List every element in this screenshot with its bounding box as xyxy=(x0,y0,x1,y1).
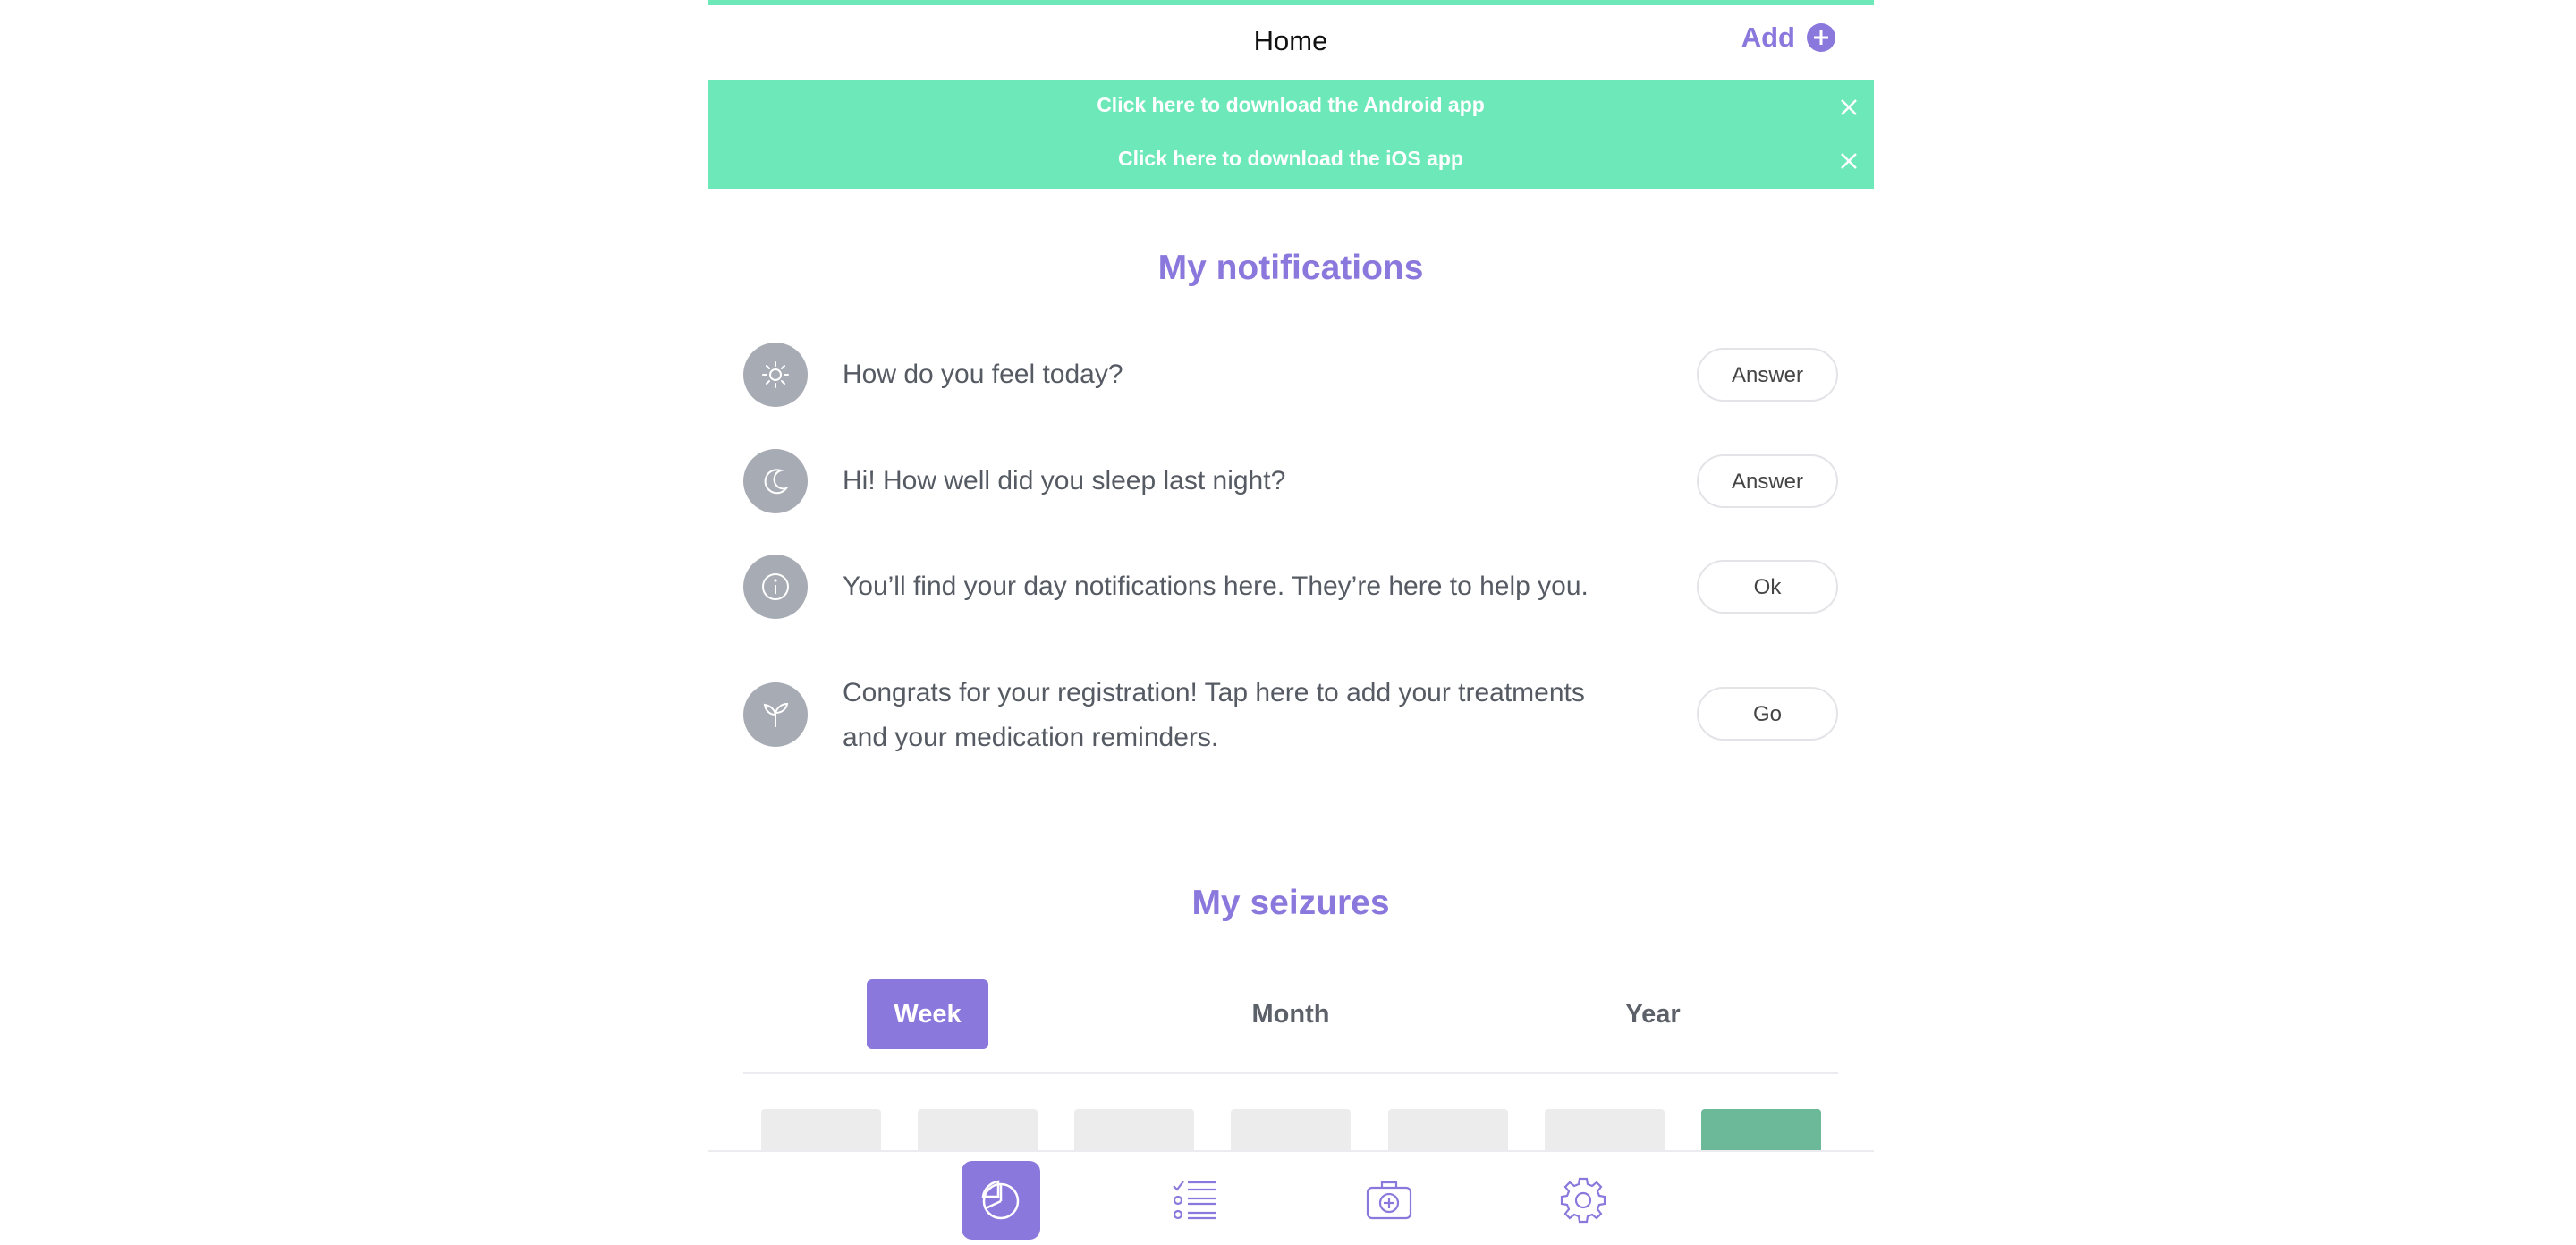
week-chart xyxy=(708,1109,1874,1152)
download-banner: Click here to download the Android app C… xyxy=(708,80,1874,189)
ios-banner: Click here to download the iOS app xyxy=(708,134,1874,188)
page-title: Home xyxy=(1253,25,1328,56)
seizures-title: My seizures xyxy=(1191,884,1390,922)
dashboard-icon xyxy=(981,1180,1020,1220)
period-tabs: Week Month Year xyxy=(708,979,1874,1051)
notification-text: How do you feel today? xyxy=(843,360,1123,389)
go-button[interactable]: Go xyxy=(1697,687,1838,741)
nav-journal[interactable] xyxy=(1156,1161,1234,1240)
tab-week[interactable]: Week xyxy=(867,979,988,1049)
notifications-title: My notifications xyxy=(1157,249,1424,287)
notification-item[interactable]: You’ll find your day notifications here.… xyxy=(743,555,1838,619)
tabs-divider xyxy=(743,1072,1838,1074)
notification-text: Hi! How well did you sleep last night? xyxy=(843,466,1286,495)
notification-icon-wrap xyxy=(743,343,808,407)
close-icon[interactable] xyxy=(1838,150,1860,172)
notification-icon-wrap xyxy=(743,555,808,619)
notification-item[interactable]: How do you feel today? Answer xyxy=(743,343,1838,407)
notification-icon-wrap xyxy=(743,449,808,513)
nav-treatments[interactable] xyxy=(1350,1161,1428,1240)
plus-circle-icon xyxy=(1807,23,1835,52)
tab-year[interactable]: Year xyxy=(1586,979,1720,1049)
day-bar[interactable] xyxy=(1388,1109,1508,1152)
answer-button[interactable]: Answer xyxy=(1697,454,1838,508)
ios-download-link[interactable]: Click here to download the iOS app xyxy=(708,147,1874,171)
notification-item[interactable]: Hi! How well did you sleep last night? A… xyxy=(743,449,1838,513)
notification-icon-wrap xyxy=(743,682,808,747)
answer-button[interactable]: Answer xyxy=(1697,348,1838,402)
settings-icon xyxy=(1560,1177,1606,1224)
day-bar[interactable] xyxy=(1231,1109,1351,1152)
android-banner: Click here to download the Android app xyxy=(708,80,1874,134)
ok-button[interactable]: Ok xyxy=(1697,560,1838,614)
moon-icon xyxy=(764,469,789,495)
close-icon[interactable] xyxy=(1838,97,1860,118)
day-bar[interactable] xyxy=(1074,1109,1194,1152)
app-screen: Home Add Click here to download the Andr… xyxy=(708,0,1874,1245)
android-download-link[interactable]: Click here to download the Android app xyxy=(708,93,1874,117)
nav-dashboard[interactable] xyxy=(962,1161,1040,1240)
tab-month[interactable]: Month xyxy=(1220,979,1361,1049)
notification-text: You’ll find your day notifications here.… xyxy=(843,572,1589,601)
notification-item[interactable]: Congrats for your registration! Tap here… xyxy=(743,667,1838,766)
checklist-icon xyxy=(1173,1181,1216,1220)
medical-kit-icon xyxy=(1366,1181,1412,1220)
day-bar-today[interactable] xyxy=(1701,1109,1821,1152)
bottom-navbar xyxy=(708,1150,1874,1245)
nav-settings[interactable] xyxy=(1544,1161,1623,1240)
add-button[interactable]: Add xyxy=(1741,21,1836,54)
header: Home Add xyxy=(708,5,1874,80)
day-bar[interactable] xyxy=(761,1109,881,1152)
info-icon xyxy=(762,573,789,600)
day-bar[interactable] xyxy=(1545,1109,1665,1152)
add-label: Add xyxy=(1741,21,1795,53)
notification-text: Congrats for your registration! Tap here… xyxy=(843,678,1585,752)
plant-icon xyxy=(763,702,789,727)
sun-icon xyxy=(762,361,789,388)
day-bar[interactable] xyxy=(918,1109,1038,1152)
